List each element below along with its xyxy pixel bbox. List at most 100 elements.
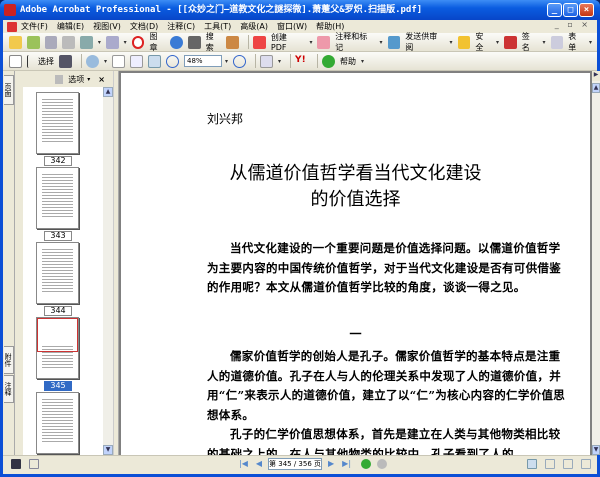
next-view-icon[interactable] xyxy=(377,458,388,469)
hand-tool-icon[interactable] xyxy=(9,54,22,68)
page-thumbnail[interactable] xyxy=(36,242,79,304)
article-title: 从儒道价值哲学看当代文化建设 xyxy=(229,163,482,184)
actual-size-icon[interactable] xyxy=(112,54,126,68)
menu-edit[interactable]: 编辑(E) xyxy=(57,21,84,32)
options-button[interactable]: 选项 xyxy=(68,74,84,85)
comment-markup-button[interactable]: 注释和标记 xyxy=(335,31,374,53)
menu-file[interactable]: 文件(F) xyxy=(21,21,48,32)
paragraph: 儒家价值哲学的创始人是孔子。儒家价值哲学的基本特点是注重人的道德价值。孔子在人与… xyxy=(207,349,566,422)
menu-advanced[interactable]: 高级(A) xyxy=(240,21,268,32)
previous-view-icon[interactable] xyxy=(361,458,372,469)
document-view: 刘兴邦 从儒道价值哲学看当代文化建设 的价值选择 当代文化建设的一个重要问题是价… xyxy=(119,71,592,455)
toolbar-file: ▾ ▾ 图章 搜索 创建 PDF ▾ 注释和标记 ▾ 发送供审阅 ▾ 安全 ▾ 签名 ▾ … xyxy=(3,31,597,53)
zoom-in-icon[interactable] xyxy=(233,54,247,68)
attach-icon[interactable] xyxy=(105,35,119,49)
snapshot-icon[interactable] xyxy=(59,54,72,68)
lock-icon[interactable] xyxy=(457,35,471,49)
yahoo-icon[interactable]: Y! xyxy=(295,55,308,68)
panel-header: 选项 ▾ × xyxy=(15,71,113,87)
acrobat-window: Adobe Acrobat Professional - [[众妙之门—道教文化… xyxy=(0,0,600,477)
scroll-down-arrow[interactable]: ▼ xyxy=(103,445,113,455)
page-thumbnail-current[interactable] xyxy=(36,317,79,379)
review-icon[interactable] xyxy=(387,35,401,49)
tab-comments[interactable]: 注释 xyxy=(4,375,14,403)
split-view-arrow[interactable]: ▶ xyxy=(592,71,600,81)
zoom-tool-icon[interactable] xyxy=(86,54,99,68)
page-thumbnail[interactable] xyxy=(36,92,79,154)
text-select-icon[interactable] xyxy=(27,54,33,68)
help-button[interactable]: 帮助 xyxy=(340,56,356,67)
tab-attachments[interactable]: 附件 xyxy=(4,346,14,374)
email-icon[interactable] xyxy=(80,35,93,49)
panel-toggle-icon[interactable] xyxy=(11,458,21,469)
zoom-out-icon[interactable] xyxy=(166,54,180,68)
page-thumbnail-label: 343 xyxy=(44,231,72,241)
scroll-down-arrow[interactable]: ▼ xyxy=(592,445,600,455)
page-thumbnail-label: 345 xyxy=(44,381,72,391)
fit-page-icon[interactable] xyxy=(130,54,144,68)
fit-width-icon[interactable] xyxy=(148,54,162,68)
menu-comments[interactable]: 注释(C) xyxy=(167,21,195,32)
toolbar-separator xyxy=(290,54,292,68)
secure-button[interactable]: 安全 xyxy=(475,31,491,53)
send-review-button[interactable]: 发送供审阅 xyxy=(405,31,444,53)
maximize-button[interactable]: □ xyxy=(563,3,578,17)
status-bar: |◀ ◀ 第 345 / 356 页 ▶ ▶| xyxy=(3,455,597,471)
pen-icon[interactable] xyxy=(504,35,517,49)
toolbar-view: 选择 ▾ 48% ▾ ▾ Y! 帮助 ▾ xyxy=(3,52,597,71)
create-pdf-icon[interactable] xyxy=(253,35,266,49)
next-page-button[interactable]: ▶ xyxy=(328,459,334,468)
zoom-level-field[interactable]: 48% xyxy=(184,55,223,67)
page-thumbnail[interactable] xyxy=(36,392,79,454)
page-thumbnail-label: 342 xyxy=(44,156,72,166)
page-number-field[interactable]: 第 345 / 356 页 xyxy=(268,457,323,470)
document-window-controls[interactable]: _ ▫ × xyxy=(555,20,591,29)
ebook-icon[interactable] xyxy=(226,35,240,49)
stamp-icon[interactable] xyxy=(131,35,145,49)
close-panel-button[interactable]: × xyxy=(98,75,105,84)
create-pdf-button[interactable]: 创建 PDF xyxy=(271,32,305,52)
stamp-button[interactable]: 图章 xyxy=(149,31,165,53)
close-button[interactable]: × xyxy=(579,3,594,17)
window-title: Adobe Acrobat Professional - [[众妙之门—道教文化… xyxy=(20,5,423,15)
scroll-up-arrow[interactable]: ▲ xyxy=(592,83,600,93)
thumbnail-scrollbar[interactable]: ▲ ▼ xyxy=(103,87,113,455)
forms-button[interactable]: 表单 xyxy=(568,31,584,53)
scroll-up-arrow[interactable]: ▲ xyxy=(103,87,113,97)
paragraph: 孔子的仁学价值思想体系，首先是建立在人类与其他物类相比较的基础之上的。在人与其他… xyxy=(207,427,561,455)
page-size-icon[interactable] xyxy=(29,458,39,469)
view-area-box[interactable] xyxy=(37,318,78,352)
menu-view[interactable]: 视图(V) xyxy=(93,21,121,32)
menu-window[interactable]: 窗口(W) xyxy=(277,21,307,32)
forms-icon[interactable] xyxy=(550,35,564,49)
trash-icon[interactable] xyxy=(55,74,64,84)
facing-icon[interactable] xyxy=(563,458,573,469)
continuous-icon[interactable] xyxy=(545,458,555,469)
sign-button[interactable]: 签名 xyxy=(522,31,538,53)
pdf-page: 刘兴邦 从儒道价值哲学看当代文化建设 的价值选择 当代文化建设的一个重要问题是价… xyxy=(121,73,590,455)
web-icon[interactable] xyxy=(170,35,183,49)
first-page-button[interactable]: |◀ xyxy=(239,459,248,468)
acrobat-app-icon xyxy=(4,4,16,16)
document-scrollbar[interactable]: ▶ ▲ ▼ xyxy=(592,71,600,455)
tab-pages[interactable]: 页面 xyxy=(4,75,14,105)
search-button[interactable]: 搜索 xyxy=(206,31,222,53)
paragraph: 当代文化建设的一个重要问题是价值选择问题。以儒道价值哲学为主要内容的中国传统价值… xyxy=(207,241,561,294)
help-icon[interactable] xyxy=(322,54,336,68)
single-page-icon[interactable] xyxy=(527,458,537,469)
open-icon[interactable] xyxy=(9,35,22,49)
page-thumbnail[interactable] xyxy=(36,167,79,229)
minimize-button[interactable]: _ xyxy=(547,3,562,17)
pages-panel: 选项 ▾ × 342 343 344 345 ▲ ▼ xyxy=(15,71,113,455)
select-tool-button[interactable]: 选择 xyxy=(38,56,54,67)
last-page-button[interactable]: ▶| xyxy=(342,459,351,468)
rotate-icon[interactable] xyxy=(260,54,274,68)
save-icon[interactable] xyxy=(44,35,58,49)
previous-page-button[interactable]: ◀ xyxy=(256,459,262,468)
comment-icon[interactable] xyxy=(317,35,331,49)
page-thumbnail-label: 344 xyxy=(44,306,72,316)
organizer-icon[interactable] xyxy=(26,35,40,49)
print-icon[interactable] xyxy=(62,35,76,49)
binoculars-icon[interactable] xyxy=(187,35,201,49)
continuous-facing-icon[interactable] xyxy=(581,458,591,469)
